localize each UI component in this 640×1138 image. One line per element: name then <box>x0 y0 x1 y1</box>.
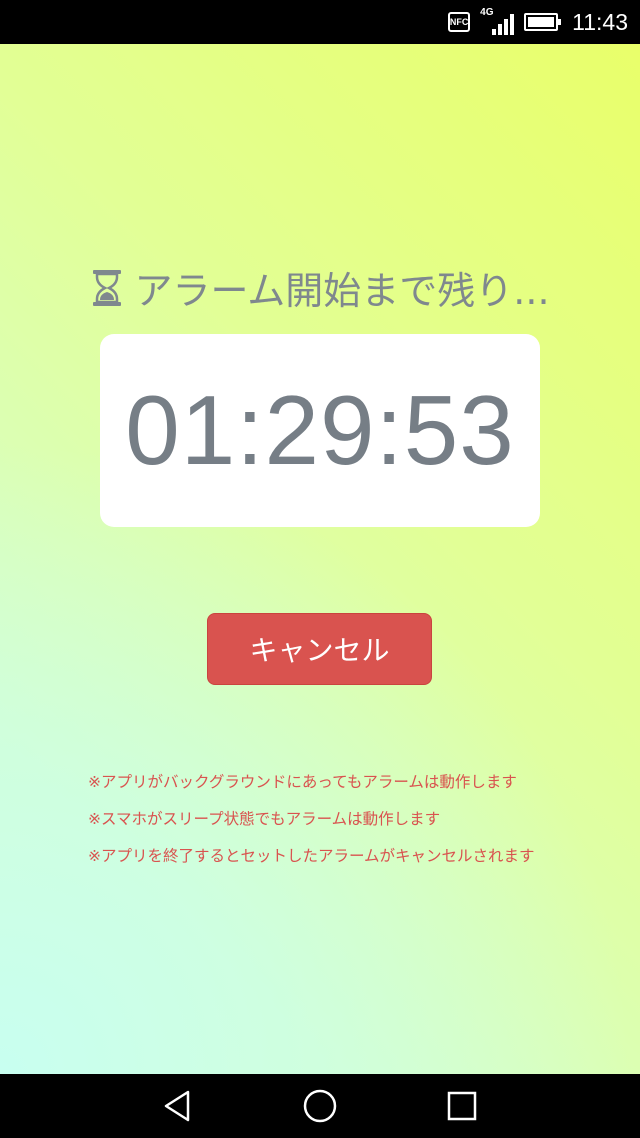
title-row: アラーム開始まで残り... <box>0 260 640 315</box>
status-icons: NFC 4G 11:43 <box>448 0 628 44</box>
navigation-bar <box>0 1074 640 1138</box>
home-icon[interactable] <box>302 1088 338 1124</box>
countdown-card: 01:29:53 <box>100 334 540 527</box>
note-item: ※アプリがバックグラウンドにあってもアラームは動作します <box>88 773 517 791</box>
status-bar: NFC 4G 11:43 <box>0 0 640 44</box>
nfc-icon: NFC <box>448 12 471 32</box>
back-icon[interactable] <box>160 1088 196 1124</box>
battery-fill <box>528 17 555 27</box>
battery-icon <box>524 13 562 31</box>
countdown-screen: アラーム開始まで残り... 01:29:53 キャンセル ※アプリがバックグラウ… <box>0 44 640 1074</box>
note-item: ※スマホがスリープ状態でもアラームは動作します <box>88 810 441 828</box>
status-time: 11:43 <box>572 8 628 35</box>
hourglass-icon <box>93 269 122 306</box>
signal-icon: 4G <box>480 7 515 35</box>
page-title: アラーム開始まで残り... <box>134 269 550 313</box>
recents-icon[interactable] <box>444 1088 480 1124</box>
countdown-timer: 01:29:53 <box>125 375 515 485</box>
note-item: ※アプリを終了するとセットしたアラームがキャンセルされます <box>88 847 535 865</box>
notes-list: ※アプリがバックグラウンドにあってもアラームは動作します ※スマホがスリープ状態… <box>88 771 628 882</box>
signal-bars <box>492 14 515 35</box>
battery-tip <box>558 19 562 25</box>
cancel-button[interactable]: キャンセル <box>207 613 432 685</box>
